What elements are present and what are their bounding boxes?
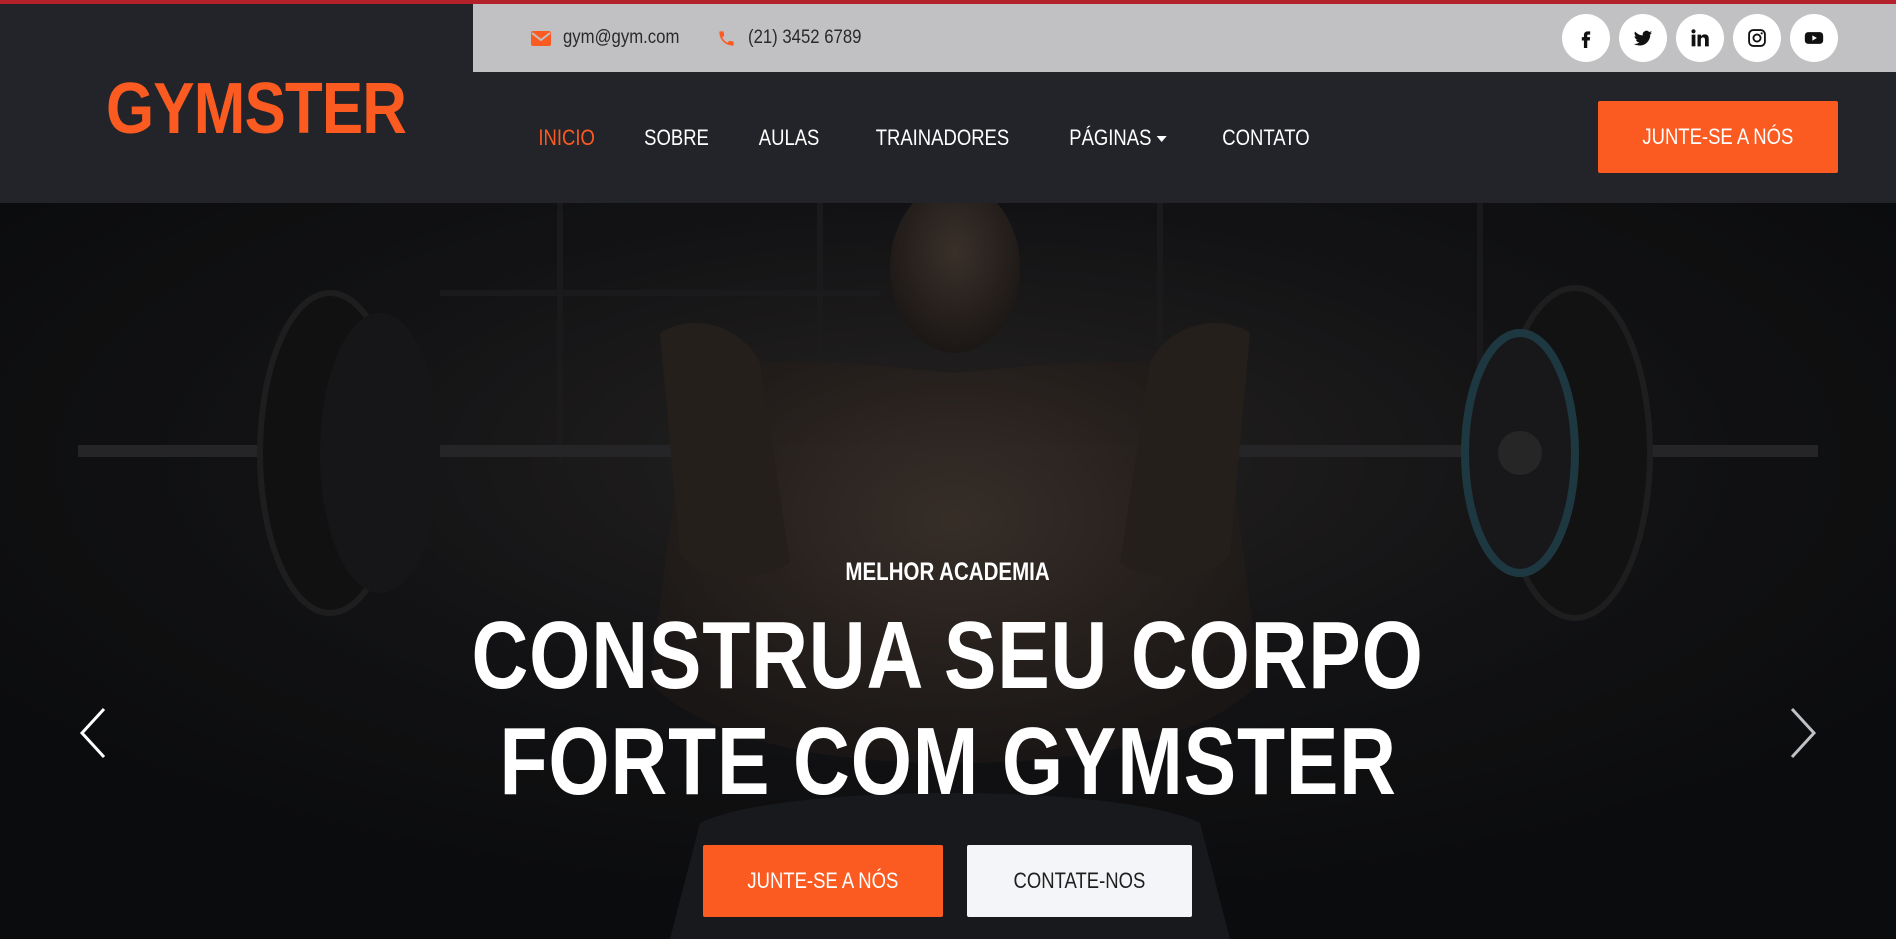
nav-item-trainadores[interactable]: TRAINADORES bbox=[876, 125, 1009, 151]
nav-item-label: TRAINADORES bbox=[876, 124, 1010, 150]
linkedin-icon bbox=[1691, 29, 1709, 47]
twitter-icon bbox=[1633, 30, 1653, 46]
hero-contact-button[interactable]: CONTATE-NOS bbox=[967, 845, 1192, 917]
nav-item-label: AULAS bbox=[759, 124, 820, 150]
brand-block: GYMSTER bbox=[0, 4, 473, 203]
contact-phone-text: (21) 3452 6789 bbox=[748, 27, 862, 48]
nav-item-paginas-dropdown[interactable]: PÁGINAS bbox=[1070, 125, 1167, 151]
social-links bbox=[1562, 14, 1838, 62]
contact-phone[interactable]: (21) 3452 6789 bbox=[717, 4, 877, 72]
twitter-button[interactable] bbox=[1619, 14, 1667, 62]
site-logo[interactable]: GYMSTER bbox=[106, 64, 407, 154]
nav-item-label: PÁGINAS bbox=[1069, 124, 1152, 150]
contact-email-text: gym@gym.com bbox=[563, 27, 680, 48]
hero-headline: CONSTRUA SEU CORPO FORTE COM GYMSTER bbox=[0, 603, 1896, 815]
instagram-button[interactable] bbox=[1733, 14, 1781, 62]
nav-item-sobre[interactable]: SOBRE bbox=[644, 125, 709, 151]
hero-headline-line1: CONSTRUA SEU CORPO bbox=[471, 602, 1425, 709]
caret-down-icon bbox=[1156, 135, 1167, 142]
hero-join-label: JUNTE-SE A NÓS bbox=[747, 868, 899, 893]
nav-item-inicio[interactable]: INICIO bbox=[538, 125, 594, 151]
join-us-header-label: JUNTE-SE A NÓS bbox=[1642, 124, 1794, 149]
contact-email[interactable]: gym@gym.com bbox=[531, 4, 695, 72]
main-nav: INICIO SOBRE AULAS TRAINADORES PÁGINAS C… bbox=[533, 72, 1318, 203]
join-us-header-button[interactable]: JUNTE-SE A NÓS bbox=[1598, 101, 1838, 173]
hero-carousel: MELHOR ACADEMIA CONSTRUA SEU CORPO FORTE… bbox=[0, 203, 1896, 939]
hero-headline-line2: FORTE COM GYMSTER bbox=[499, 708, 1397, 815]
hero-contact-label: CONTATE-NOS bbox=[1013, 868, 1146, 893]
hero-join-button[interactable]: JUNTE-SE A NÓS bbox=[703, 845, 943, 917]
facebook-button[interactable] bbox=[1562, 14, 1610, 62]
youtube-button[interactable] bbox=[1790, 14, 1838, 62]
top-contact-bar: gym@gym.com (21) 3452 6789 bbox=[473, 4, 1896, 72]
nav-item-label: SOBRE bbox=[644, 124, 710, 150]
hero-kicker-text: MELHOR ACADEMIA bbox=[845, 558, 1051, 586]
main-navbar: INICIO SOBRE AULAS TRAINADORES PÁGINAS C… bbox=[473, 72, 1896, 203]
nav-item-aulas[interactable]: AULAS bbox=[759, 125, 820, 151]
hero-kicker: MELHOR ACADEMIA bbox=[0, 558, 1896, 587]
instagram-icon bbox=[1748, 29, 1766, 47]
youtube-icon bbox=[1804, 32, 1824, 44]
chevron-right-icon[interactable] bbox=[1782, 703, 1822, 763]
nav-item-contato[interactable]: CONTATO bbox=[1222, 125, 1309, 151]
page: GYMSTER gym@gym.com (21) 3452 6789 INICI… bbox=[0, 0, 1896, 939]
envelope-icon bbox=[531, 30, 551, 46]
linkedin-button[interactable] bbox=[1676, 14, 1724, 62]
nav-item-label: INICIO bbox=[538, 124, 595, 150]
phone-icon bbox=[719, 30, 734, 46]
chevron-left-icon[interactable] bbox=[74, 703, 114, 763]
facebook-icon bbox=[1581, 31, 1591, 48]
nav-item-label: CONTATO bbox=[1222, 124, 1310, 150]
